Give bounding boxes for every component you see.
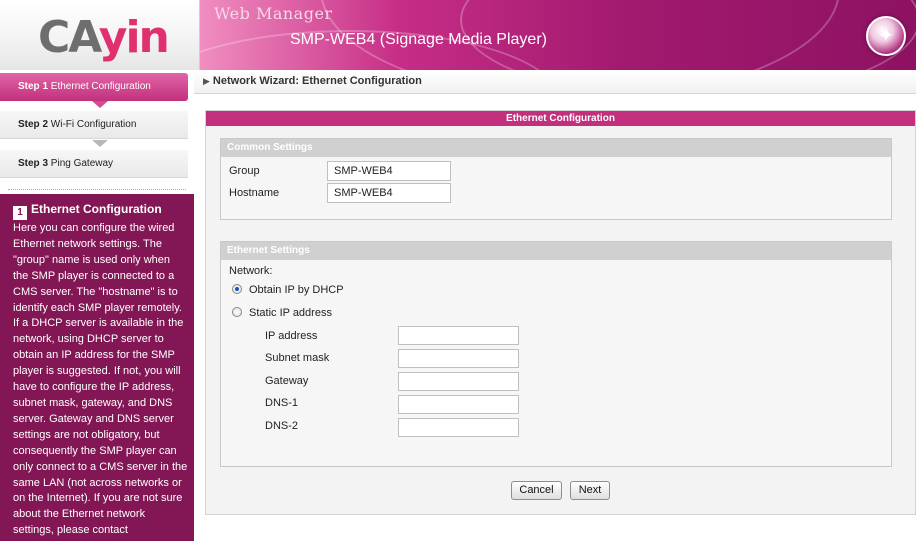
dns1-input[interactable] [398, 395, 519, 414]
static-ip-radio[interactable] [232, 307, 242, 317]
step-number: Step 3 [18, 158, 49, 169]
cancel-button[interactable]: Cancel [511, 481, 562, 500]
dhcp-label: Obtain IP by DHCP [249, 284, 344, 296]
step-label: Wi-Fi Configuration [50, 119, 137, 130]
sidebar-divider [8, 189, 186, 190]
header-banner: Web Manager SMP-WEB4 (Signage Media Play… [200, 0, 916, 70]
help-panel: 1 Ethernet Configuration Here you can con… [0, 194, 194, 541]
next-button[interactable]: Next [570, 481, 610, 500]
step-number: Step 1 [18, 81, 49, 92]
group-label: Group [229, 165, 260, 177]
logo-area: CAyin [0, 0, 200, 70]
group-input[interactable] [327, 161, 451, 181]
logo-text-ca: CA [38, 12, 101, 63]
common-settings-section: Common Settings Group Hostname [220, 138, 892, 220]
dhcp-option[interactable]: Obtain IP by DHCP [232, 284, 344, 296]
sidebar: Step 1 Ethernet Configuration Step 2 Wi-… [0, 70, 194, 541]
gateway-label: Gateway [265, 375, 309, 387]
device-title: SMP-WEB4 (Signage Media Player) [290, 31, 547, 48]
info-badge-icon: 1 [13, 206, 27, 220]
ethernet-config-panel: Ethernet Configuration Common Settings G… [205, 110, 916, 515]
step-arrow-icon [92, 101, 108, 108]
network-label: Network: [229, 265, 273, 277]
help-text: Here you can configure the wired Etherne… [13, 222, 188, 537]
dns2-label: DNS-2 [265, 420, 299, 432]
section-header: Ethernet Settings [221, 242, 891, 260]
dns2-input[interactable] [398, 418, 519, 437]
static-ip-label: Static IP address [249, 307, 332, 319]
ip-address-label: IP address [265, 330, 318, 342]
dns1-label: DNS-1 [265, 397, 299, 409]
step-label: Ethernet Configuration [50, 81, 151, 92]
help-title: 1 Ethernet Configuration [13, 202, 188, 220]
cayin-logo: CAyin [38, 12, 170, 63]
sidebar-step-1[interactable]: Step 1 Ethernet Configuration [0, 73, 188, 101]
dhcp-radio[interactable] [232, 284, 242, 294]
gateway-input[interactable] [398, 372, 519, 391]
section-header: Common Settings [221, 139, 891, 157]
panel-title: Ethernet Configuration [206, 111, 915, 126]
breadcrumb-arrow-icon: ▶ [203, 76, 210, 86]
hostname-input[interactable] [327, 183, 451, 203]
ip-address-input[interactable] [398, 326, 519, 345]
help-title-text: Ethernet Configuration [31, 202, 162, 216]
magic-wand-icon: ✦ [866, 16, 906, 56]
sidebar-step-2[interactable]: Step 2 Wi-Fi Configuration [0, 111, 188, 139]
step-label: Ping Gateway [50, 158, 114, 169]
hostname-label: Hostname [229, 187, 280, 199]
subnet-mask-input[interactable] [398, 349, 519, 368]
breadcrumb-text: Network Wizard: Ethernet Configuration [212, 75, 422, 87]
logo-text-yin: yin [98, 12, 170, 63]
sidebar-step-3[interactable]: Step 3 Ping Gateway [0, 150, 188, 178]
ethernet-settings-section: Ethernet Settings Network: Obtain IP by … [220, 241, 892, 467]
step-arrow-icon [92, 140, 108, 147]
step-number: Step 2 [18, 119, 49, 130]
app-header: CAyin Web Manager SMP-WEB4 (Signage Medi… [0, 0, 916, 70]
app-title: Web Manager [214, 4, 333, 23]
subnet-mask-label: Subnet mask [265, 352, 330, 364]
breadcrumb: ▶ Network Wizard: Ethernet Configuration [194, 70, 916, 94]
static-ip-option[interactable]: Static IP address [232, 307, 332, 319]
